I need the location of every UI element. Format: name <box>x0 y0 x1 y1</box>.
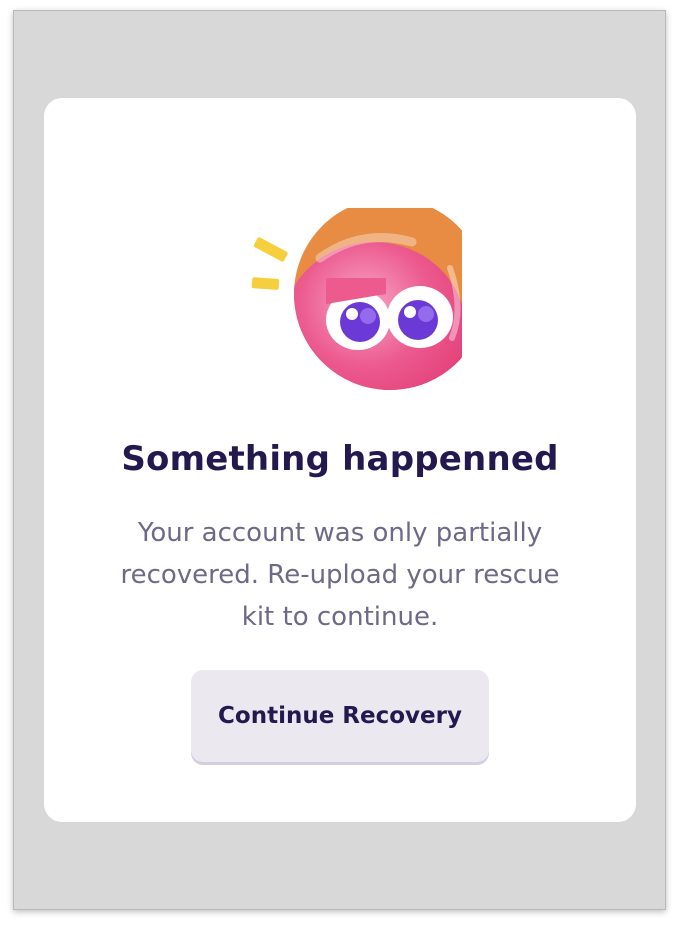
continue-recovery-button[interactable]: Continue Recovery <box>191 670 489 762</box>
dialog-title: Something happenned <box>121 439 559 479</box>
worried-pink-blob-icon <box>251 208 462 390</box>
dialog-backdrop: Something happenned Your account was onl… <box>13 10 666 910</box>
alert-card: Something happenned Your account was onl… <box>44 98 636 822</box>
dialog-message: Your account was only partially recovere… <box>120 518 560 632</box>
